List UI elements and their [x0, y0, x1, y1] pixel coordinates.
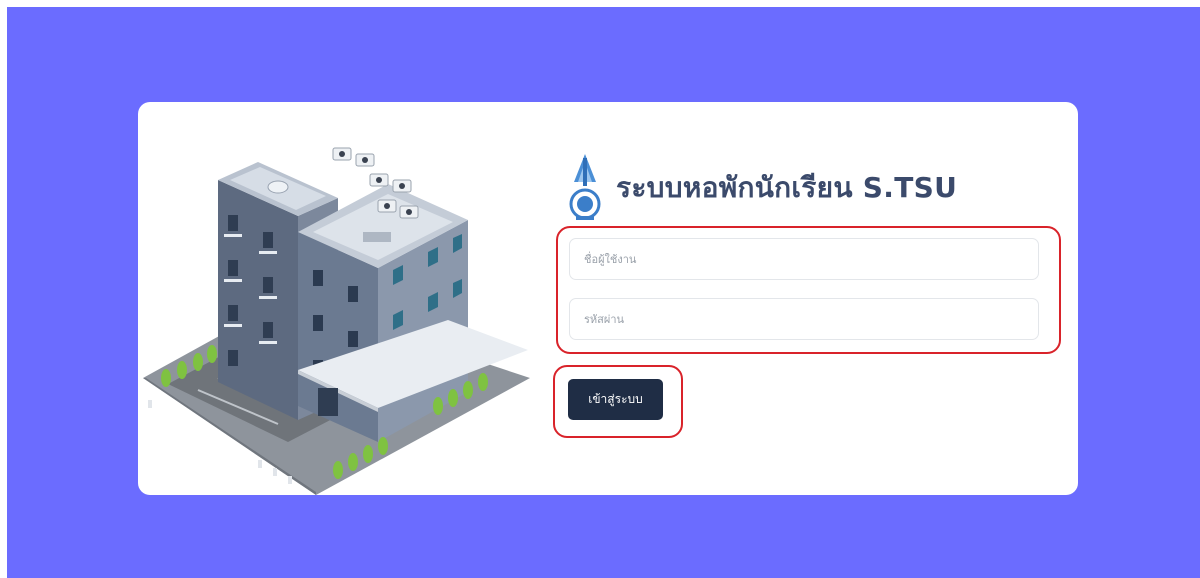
password-input[interactable]	[569, 298, 1039, 340]
brand-header: ระบบหอพักนักเรียน S.TSU	[568, 152, 957, 224]
username-input[interactable]	[569, 238, 1039, 280]
dormitory-building-illustration	[143, 147, 530, 495]
page-title: ระบบหอพักนักเรียน S.TSU	[616, 171, 958, 204]
login-card: ระบบหอพักนักเรียน S.TSU เข้าสู่ระบบ	[138, 102, 1078, 495]
login-button[interactable]: เข้าสู่ระบบ	[568, 379, 663, 420]
school-emblem-icon	[569, 154, 601, 220]
